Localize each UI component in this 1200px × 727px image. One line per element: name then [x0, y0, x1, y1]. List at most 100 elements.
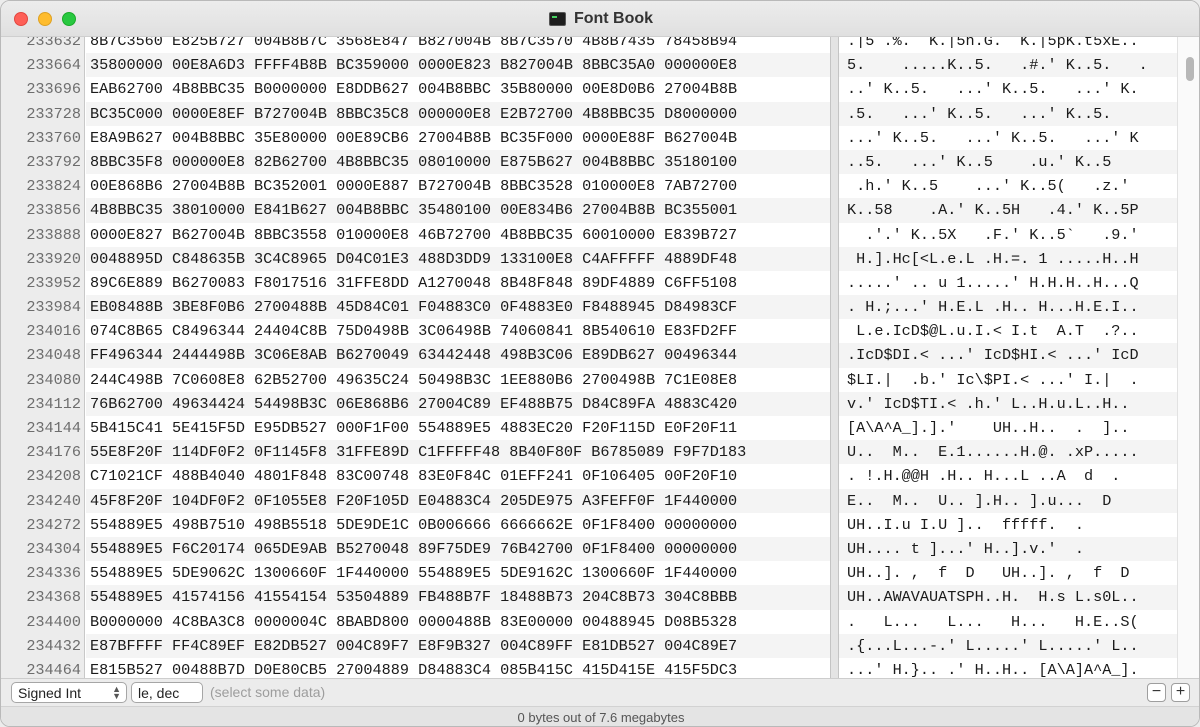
ascii-row[interactable]: UH..]. , f D UH..]. , f D — [839, 561, 1177, 585]
hex-row[interactable]: 8B7C3560 E825B727 004B8B7C 3568E847 B827… — [86, 37, 831, 53]
hex-pane[interactable]: 8B7C3560 E825B727 004B8B7C 3568E847 B827… — [86, 37, 831, 678]
add-inspector-button[interactable]: + — [1171, 683, 1190, 702]
ascii-row[interactable]: ...' K..5. ...' K..5. ...' K — [839, 126, 1177, 150]
data-type-value: Signed Int — [18, 684, 82, 701]
offset-cell: 234048 — [26, 346, 81, 365]
ascii-row[interactable]: K..58 .A.' K..5H .4.' K..5P — [839, 198, 1177, 223]
offset-cell: 233952 — [26, 273, 81, 292]
hex-viewer: 233632 233664 233696 233728 233760 233792 2338… — [1, 37, 1199, 678]
offset-cell: 233920 — [26, 249, 81, 268]
hex-row[interactable]: 0048895D C848635B 3C4C8965 D04C01E3 488D… — [86, 246, 831, 271]
offset-cell: 234464 — [26, 660, 81, 678]
hex-row[interactable]: E87BFFFF FF4C89EF E82DB527 004C89F7 E8F9… — [86, 633, 831, 658]
hex-row[interactable]: 554889E5 41574156 41554154 53504889 FB48… — [86, 585, 831, 610]
offset-cell: 233632 — [26, 37, 81, 50]
hex-row[interactable]: 35800000 00E8A6D3 FFFF4B8B BC359000 0000… — [86, 53, 831, 78]
title-bar: Font Book — [1, 1, 1199, 37]
hex-row[interactable]: 8BBC35F8 000000E8 82B62700 4B8BBC35 0801… — [86, 149, 831, 175]
offset-cell: 234304 — [26, 539, 81, 558]
hex-row[interactable]: B0000000 4C8BA3C8 0000004C 8BABD800 0000… — [86, 610, 831, 634]
offset-cell: 234368 — [26, 588, 81, 607]
hex-row[interactable]: 89C6E889 B6270083 F8017516 31FFE8DD A127… — [86, 271, 831, 295]
offset-cell: 233856 — [26, 201, 81, 220]
ascii-row[interactable]: .....' .. u 1.....' H.H.H..H...Q — [839, 271, 1177, 295]
hex-row[interactable]: 0000E827 B627004B 8BBC3558 010000E8 46B7… — [86, 223, 831, 247]
offset-cell: 233888 — [26, 225, 81, 244]
status-bar: 0 bytes out of 7.6 megabytes — [1, 706, 1199, 726]
offset-cell: 233760 — [26, 128, 81, 147]
ascii-row[interactable]: UH..I.u I.U ].. fffff. . — [839, 513, 1177, 537]
hex-row[interactable]: 76B62700 49634424 54498B3C 06E868B6 2700… — [86, 391, 831, 416]
ascii-row[interactable]: v.' IcD$TI.< .h.' L..H.u.L..H.. — [839, 391, 1177, 416]
app-window: Font Book 233632 233664 233696 233728 233760… — [0, 0, 1200, 727]
ascii-pane[interactable]: .|5 .%. K.|5h.G. K.|5pK.t5xE.. 5. .....K.… — [839, 37, 1177, 678]
offset-cell: 234272 — [26, 515, 81, 534]
ascii-row[interactable]: .5. ...' K..5. ...' K..5. — [839, 101, 1177, 126]
ascii-row[interactable]: .{...L...-.' L.....' L.....' L.. — [839, 633, 1177, 658]
offset-cell: 234112 — [26, 394, 81, 413]
hex-row[interactable]: FF496344 2444498B 3C06E8AB B6270049 6344… — [86, 343, 831, 368]
hex-row[interactable]: 554889E5 F6C20174 065DE9AB B5270048 89F7… — [86, 536, 831, 562]
offset-cell: 233984 — [26, 298, 81, 317]
ascii-row[interactable]: .'.' K..5X .F.' K..5` .9.' — [839, 223, 1177, 247]
ascii-row[interactable]: ..5. ...' K..5 .u.' K..5 — [839, 149, 1177, 175]
hex-row[interactable]: 244C498B 7C0608E8 62B52700 49635C24 5049… — [86, 368, 831, 392]
hex-row[interactable]: 554889E5 498B7510 498B5518 5DE9DE1C 0B00… — [86, 513, 831, 537]
hex-row[interactable]: 074C8B65 C8496344 24404C8B 75D0498B 3C06… — [86, 319, 831, 343]
offset-cell: 233824 — [26, 177, 81, 196]
offset-cell: 234240 — [26, 491, 81, 510]
ascii-row[interactable]: L.e.IcD$@L.u.I.< I.t A.T .?.. — [839, 319, 1177, 343]
offset-cell: 234176 — [26, 443, 81, 462]
value-placeholder: (select some data) — [210, 684, 326, 700]
pane-divider[interactable] — [830, 37, 839, 678]
hex-row[interactable]: 55E8F20F 114DF0F2 0F1145F8 31FFE89D C1FF… — [86, 440, 831, 465]
ascii-row[interactable]: ..' K..5. ...' K..5. ...' K. — [839, 77, 1177, 101]
offset-cell: 234208 — [26, 467, 81, 486]
offset-cell: 234080 — [26, 370, 81, 389]
ascii-column: .|5 .%. K.|5h.G. K.|5pK.t5xE.. 5. .....K.… — [839, 37, 1177, 678]
scrollbar-thumb[interactable] — [1186, 57, 1194, 81]
terminal-icon — [548, 12, 566, 26]
endian-select[interactable]: le, dec — [131, 682, 203, 703]
hex-row[interactable]: 00E868B6 27004B8B BC352001 0000E887 B727… — [86, 174, 831, 198]
ascii-row[interactable]: . H.;...' H.E.L .H.. H...H.E.I.. — [839, 295, 1177, 320]
hex-row[interactable]: 554889E5 5DE9062C 1300660F 1F440000 5548… — [86, 561, 831, 585]
offset-gutter: 233632 233664 233696 233728 233760 233792 2338… — [1, 37, 85, 678]
ascii-row[interactable]: H.].Hc[<L.e.L .H.=. 1 .....H..H — [839, 246, 1177, 271]
ascii-row[interactable]: E.. M.. U.. ].H.. ].u... D — [839, 488, 1177, 513]
ascii-row[interactable]: .IcD$DI.< ...' IcD$HI.< ...' IcD — [839, 343, 1177, 368]
offset-cell: 233696 — [26, 80, 81, 99]
ascii-row[interactable]: .|5 .%. K.|5h.G. K.|5pK.t5xE.. — [839, 37, 1177, 53]
hex-row[interactable]: 5B415C41 5E415F5D E95DB527 000F1F00 5548… — [86, 416, 831, 440]
hex-row[interactable]: 4B8BBC35 38010000 E841B627 004B8BBC 3548… — [86, 198, 831, 223]
offset-cell: 234432 — [26, 636, 81, 655]
data-type-select[interactable]: Signed Int ▲ ▼ — [11, 682, 127, 703]
ascii-row[interactable]: $LI.| .b.' Ic\$PI.< ...' I.| . — [839, 368, 1177, 392]
offset-column: 233632 233664 233696 233728 233760 233792 2338… — [1, 37, 85, 678]
endian-value: le, dec — [138, 684, 180, 701]
offset-cell: 233728 — [26, 104, 81, 123]
ascii-row[interactable]: U.. M.. E.1......H.@. .xP..... — [839, 440, 1177, 465]
hex-row[interactable]: EAB62700 4B8BBC35 B0000000 E8DDB627 004B… — [86, 77, 831, 101]
hex-row[interactable]: BC35C000 0000E8EF B727004B 8BBC35C8 0000… — [86, 101, 831, 126]
hex-row[interactable]: EB08488B 3BE8F0B6 2700488B 45D84C01 F048… — [86, 295, 831, 320]
vertical-scrollbar[interactable] — [1177, 37, 1199, 678]
ascii-row[interactable]: [A\A^A_].].' UH..H.. . ].. — [839, 416, 1177, 440]
hex-row[interactable]: E8A9B627 004B8BBC 35E80000 00E89CB6 2700… — [86, 126, 831, 150]
remove-inspector-button[interactable]: − — [1147, 683, 1166, 702]
ascii-row[interactable]: . !.H.@@H .H.. H...L ..A d . — [839, 464, 1177, 488]
hex-row[interactable]: C71021CF 488B4040 4801F848 83C00748 83E0… — [86, 464, 831, 488]
hex-row[interactable]: 45F8F20F 104DF0F2 0F1055E8 F20F105D E048… — [86, 488, 831, 513]
hex-column: 8B7C3560 E825B727 004B8B7C 3568E847 B827… — [86, 37, 831, 678]
updown-chevron-icon: ▲ ▼ — [112, 684, 121, 701]
ascii-row[interactable]: UH..AWAVAUATSPH..H. H.s L.s0L.. — [839, 585, 1177, 610]
ascii-row[interactable]: ...' H.}.. .' H..H.. [A\A]A^A_]. — [839, 658, 1177, 678]
ascii-row[interactable]: 5. .....K..5. .#.' K..5. . — [839, 53, 1177, 78]
hex-row[interactable]: E815B527 00488B7D D0E80CB5 27004889 D848… — [86, 658, 831, 678]
offset-cell: 233792 — [26, 152, 81, 171]
selection-status: 0 bytes out of 7.6 megabytes — [517, 710, 685, 725]
offset-cell: 233664 — [26, 56, 81, 75]
ascii-row[interactable]: .h.' K..5 ...' K..5( .z.' — [839, 174, 1177, 198]
ascii-row[interactable]: UH.... t ]...' H..].v.' . — [839, 536, 1177, 562]
ascii-row[interactable]: . L... L... H... H.E..S( — [839, 610, 1177, 634]
